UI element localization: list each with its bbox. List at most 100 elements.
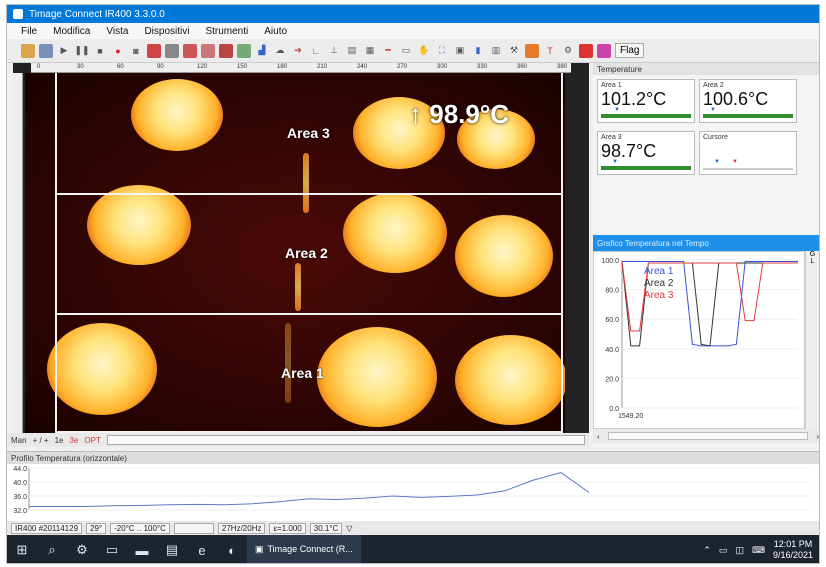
grid-icon[interactable]: ▦: [363, 44, 377, 58]
alarm-icon[interactable]: [579, 43, 593, 58]
tray-chevron-icon[interactable]: ⌃: [703, 545, 711, 556]
tray-keyboard-icon[interactable]: ⌨: [752, 545, 765, 556]
export-icon[interactable]: [525, 43, 539, 58]
rectangle-icon[interactable]: ▭: [399, 44, 413, 58]
marker-icon: ▼: [714, 159, 720, 165]
chart-icon[interactable]: ▟: [255, 44, 269, 58]
image-icon[interactable]: [219, 43, 233, 58]
tile-area-2[interactable]: Area 2 100.6°C ▼: [699, 79, 797, 123]
thermal-image[interactable]: Area 3 Area 2 Area 1 ↑ 98.9°C: [25, 73, 565, 433]
graph-g-button[interactable]: G: [806, 251, 819, 258]
histogram-icon[interactable]: ▤: [345, 44, 359, 58]
columns-icon[interactable]: ▥: [489, 44, 503, 58]
tile-bar: [601, 166, 691, 170]
ruler-tick-label: 120: [197, 64, 208, 70]
menu-aiuto[interactable]: Aiuto: [264, 26, 287, 37]
graph-scroll-right-icon[interactable]: ›: [816, 432, 819, 441]
tile-area-1[interactable]: Area 1 101.2°C ▼: [597, 79, 695, 123]
tile-name: Area 3: [601, 134, 622, 141]
heat-stripe: [285, 323, 291, 403]
start-icon[interactable]: ⊞: [7, 535, 37, 563]
stop-icon[interactable]: ■: [93, 44, 107, 58]
tray-volume-icon[interactable]: ◫: [735, 545, 744, 556]
filter-icon[interactable]: ▽: [346, 524, 352, 533]
tools-icon[interactable]: ⚒: [507, 44, 521, 58]
opt-button[interactable]: OPT: [84, 436, 100, 445]
frame-3e-button[interactable]: 3e: [69, 436, 78, 445]
snapshot-icon[interactable]: [147, 43, 161, 58]
marker-icon: ▼: [614, 107, 620, 113]
graph-h-scrollbar[interactable]: [607, 432, 809, 440]
internet-explorer-icon[interactable]: e: [187, 535, 217, 563]
save-icon[interactable]: [39, 43, 53, 58]
tile-cursore[interactable]: Cursore ▼ ▼: [699, 131, 797, 175]
terminal-icon[interactable]: ▭: [97, 535, 127, 563]
hand-icon[interactable]: ✋: [417, 44, 431, 58]
temperature-graph[interactable]: 100.0 80.0 60.0 40.0 20.0 0.0 1549.20 Area 1 Are…: [593, 251, 805, 429]
measure-icon[interactable]: ⊥: [327, 44, 341, 58]
record-icon[interactable]: ●: [111, 44, 125, 58]
profile-y-tick-label: 36.0: [13, 494, 27, 501]
taskbar-app-timage[interactable]: ▣ Timage Connect (R...: [247, 535, 361, 563]
file-explorer-icon[interactable]: ▤: [157, 535, 187, 563]
area-3-label[interactable]: Area 3: [287, 125, 330, 141]
video-icon[interactable]: [165, 43, 179, 58]
ruler-tick-label: 240: [357, 64, 368, 70]
graph-scrollbar[interactable]: G L: [805, 251, 819, 429]
ruler-tick-label: 210: [317, 64, 328, 70]
window-icon[interactable]: ▣: [453, 44, 467, 58]
flag-button[interactable]: Flag: [615, 43, 645, 58]
fullscreen-icon[interactable]: ⛶: [435, 44, 449, 58]
edge-icon[interactable]: ◐: [217, 535, 247, 563]
graph-scroll-left-icon[interactable]: ‹: [597, 432, 600, 441]
graph-l-button[interactable]: L: [806, 258, 819, 265]
bars-icon[interactable]: ▮: [471, 44, 485, 58]
menu-modifica[interactable]: Modifica: [53, 26, 90, 37]
profile-chart[interactable]: 44.0 40.0 36.0 32.0: [7, 464, 819, 520]
tile-area-3[interactable]: Area 3 98.7°C ▼: [597, 131, 695, 175]
menu-file[interactable]: File: [21, 26, 37, 37]
area-1-label[interactable]: Area 1: [281, 365, 324, 381]
menu-bar: File Modifica Vista Dispositivi Strument…: [7, 23, 819, 39]
graph-y-tick-label: 80.0: [605, 288, 619, 295]
app-icon: ▣: [255, 543, 264, 554]
settings-icon[interactable]: ⚙: [67, 535, 97, 563]
axis-icon[interactable]: ∟: [309, 44, 323, 58]
frame-1e-button[interactable]: 1e: [55, 436, 64, 445]
status-bar: IR400 #20114129 29° -20°C .. 100°C 27Hz/…: [7, 521, 819, 535]
area-2-label[interactable]: Area 2: [285, 245, 328, 261]
marker-icon: ▼: [732, 159, 738, 165]
pointer-icon[interactable]: ➔: [291, 44, 305, 58]
marker-icon: ▼: [612, 159, 618, 165]
tray-network-icon[interactable]: ▭: [719, 545, 728, 556]
search-icon[interactable]: ⌕: [37, 535, 67, 563]
graph-header: Grafico Temperatura nel Tempo: [593, 235, 819, 251]
zoom-icon[interactable]: [237, 43, 251, 58]
line-icon[interactable]: ━: [381, 44, 395, 58]
hot-spot: [317, 327, 437, 427]
pause-icon[interactable]: ❚❚: [74, 44, 89, 58]
palette-icon[interactable]: [183, 43, 197, 58]
ruler-tick-label: 90: [157, 64, 164, 70]
horizontal-scrollbar[interactable]: [106, 435, 585, 445]
nav-button[interactable]: + / +: [33, 436, 49, 445]
emissivity-status: ε=1.000: [269, 522, 306, 534]
taskbar-app-label: Timage Connect (R...: [267, 544, 353, 554]
palette2-icon[interactable]: [201, 43, 215, 58]
flag-icon[interactable]: [597, 43, 611, 58]
camera-icon[interactable]: ◙: [129, 44, 143, 58]
tile-bar: [703, 114, 793, 118]
manual-button[interactable]: Man: [11, 436, 27, 445]
play-icon[interactable]: ▶: [57, 44, 71, 58]
clock[interactable]: 12:01 PM 9/16/2021: [773, 539, 813, 561]
open-folder-icon[interactable]: [21, 43, 35, 58]
gear-icon[interactable]: ⚙: [561, 44, 575, 58]
cloud-icon[interactable]: ☁: [273, 44, 287, 58]
target-icon[interactable]: T: [543, 44, 557, 58]
ruler-tick-label: 360: [517, 64, 528, 70]
ruler-tick-label: 0: [37, 64, 41, 70]
menu-dispositivi[interactable]: Dispositivi: [144, 26, 189, 37]
menu-vista[interactable]: Vista: [106, 26, 128, 37]
menu-strumenti[interactable]: Strumenti: [205, 26, 248, 37]
monitor-icon[interactable]: ▬: [127, 535, 157, 563]
